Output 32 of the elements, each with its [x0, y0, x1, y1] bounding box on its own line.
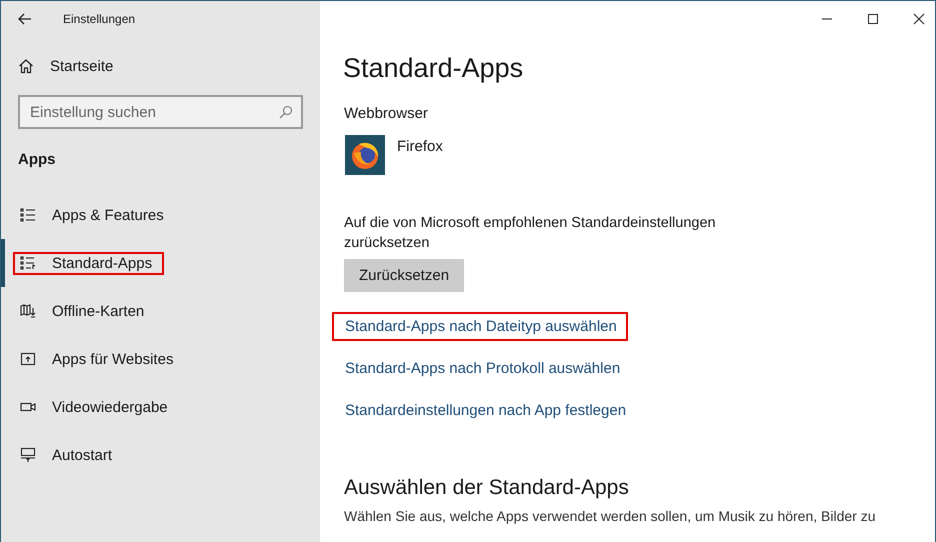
- map-download-icon: [20, 304, 36, 318]
- section-heading: Apps: [17, 150, 56, 168]
- browser-logo-icon: [345, 135, 385, 175]
- window-title: Einstellungen: [63, 12, 136, 26]
- section-description: Wählen Sie aus, welche Apps verwendet werden sollen, um Musik zu hören, Bilder zu: [344, 508, 876, 524]
- window-upload-icon: [20, 352, 36, 366]
- search-icon: [279, 105, 293, 119]
- settings-link[interactable]: Standardeinstellungen nach App festlegen: [345, 402, 626, 419]
- category-label: Webbrowser: [343, 105, 429, 122]
- section-title: Auswählen der Standard-Apps: [344, 476, 630, 500]
- video-camera-icon: [20, 400, 36, 414]
- sidebar-item[interactable]: Videowiedergabe: [1, 383, 320, 431]
- default-app-item[interactable]: Firefox: [343, 135, 935, 175]
- list-check-icon: [20, 256, 36, 270]
- reset-description: Auf die von Microsoft empfohlenen Standardeinstellungen zurücksetzen: [344, 214, 717, 253]
- monitor-arrow-icon: [20, 447, 36, 463]
- home-nav-item[interactable]: Startseite: [1, 37, 320, 76]
- sidebar-item[interactable]: Apps & Features: [1, 191, 320, 239]
- sidebar-item[interactable]: Apps für Websites: [1, 335, 320, 383]
- highlight-frame: Standard-Apps: [13, 252, 164, 274]
- maximize-icon[interactable]: [867, 13, 879, 25]
- settings-link[interactable]: Standard-Apps nach Dateityp auswählen: [345, 318, 617, 335]
- home-icon: [18, 58, 34, 74]
- sidebar-item[interactable]: Autostart: [1, 431, 320, 479]
- close-icon[interactable]: [913, 13, 925, 25]
- search-field[interactable]: Einstellung suchen: [18, 95, 303, 129]
- reset-button[interactable]: Zurücksetzen: [344, 259, 464, 292]
- sidebar-item[interactable]: Offline-Karten: [1, 287, 320, 335]
- back-arrow-icon[interactable]: [18, 13, 32, 25]
- page-title: Standard-Apps: [343, 53, 524, 84]
- list-icon: [20, 208, 36, 222]
- settings-link[interactable]: Standard-Apps nach Protokoll auswählen: [345, 360, 620, 377]
